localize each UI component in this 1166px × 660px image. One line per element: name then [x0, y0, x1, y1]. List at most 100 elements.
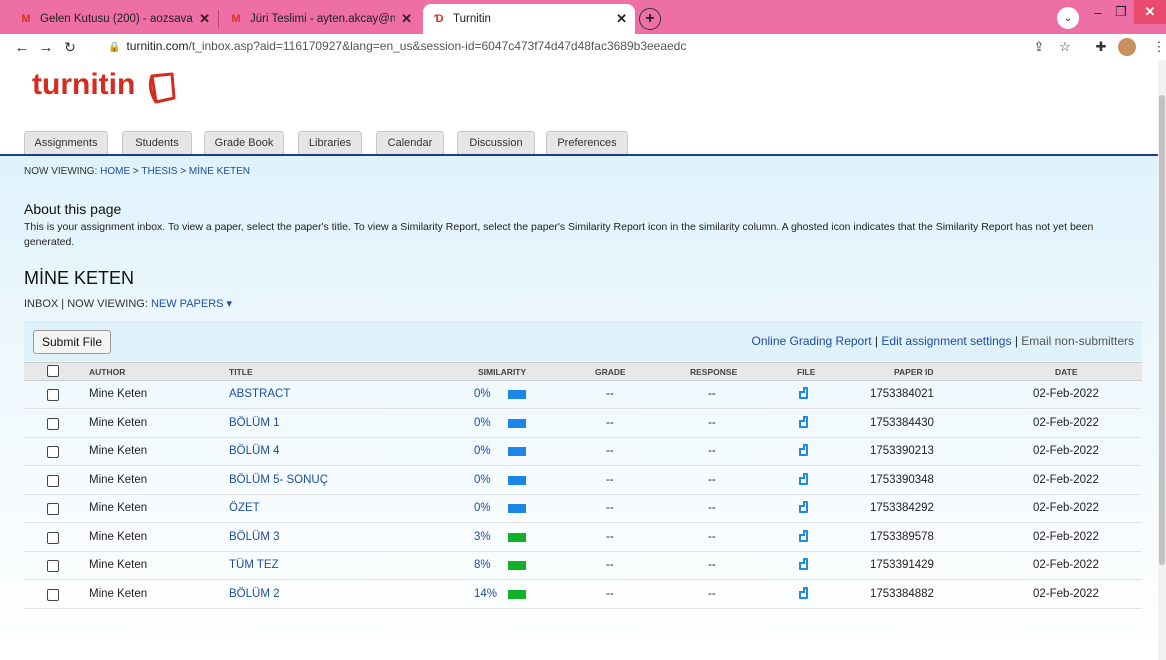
forward-arrow-icon[interactable]: → — [36, 37, 56, 57]
paper-title-link[interactable]: BÖLÜM 3 — [229, 531, 280, 543]
row-checkbox[interactable] — [47, 389, 59, 401]
page-scrollbar[interactable] — [1158, 60, 1166, 660]
minimize-button[interactable]: – — [1087, 0, 1109, 24]
author-cell: Mine Keten — [89, 416, 148, 429]
close-icon[interactable]: ✕ — [199, 11, 210, 27]
grade-cell: -- — [606, 473, 614, 486]
tab-calendar[interactable]: Calendar — [376, 131, 444, 154]
row-checkbox[interactable] — [47, 474, 59, 487]
row-checkbox[interactable] — [47, 503, 59, 515]
share-icon[interactable]: ⇪ — [1030, 38, 1048, 56]
similarity-report-icon[interactable] — [508, 475, 526, 485]
similarity-report-icon[interactable] — [508, 589, 526, 599]
similarity-report-icon[interactable] — [508, 561, 526, 570]
file-download-icon[interactable] — [799, 586, 808, 599]
paper-title-link[interactable]: BÖLÜM 1 — [229, 417, 280, 429]
similarity-report-icon[interactable] — [508, 532, 526, 542]
similarity-score[interactable]: 3% — [474, 531, 491, 543]
similarity-score[interactable]: 0% — [474, 417, 491, 429]
col-author[interactable]: AUTHOR — [89, 367, 125, 377]
file-download-icon[interactable] — [799, 387, 808, 399]
similarity-report-icon[interactable] — [508, 447, 526, 456]
breadcrumb-thesis[interactable]: THESIS — [141, 166, 177, 177]
new-tab-button[interactable]: + — [639, 8, 661, 30]
close-window-button[interactable]: ✕ — [1134, 0, 1166, 24]
file-download-icon[interactable] — [799, 558, 808, 570]
row-checkbox[interactable] — [47, 560, 59, 572]
tab-title: Jüri Teslimi - ayten.akcay@neu.e — [250, 13, 396, 25]
col-date[interactable]: DATE — [1055, 367, 1078, 377]
email-non-submitters-link[interactable]: Email non-submitters — [1021, 334, 1134, 348]
select-all-checkbox[interactable] — [47, 365, 59, 377]
table-row: Mine Keten BÖLÜM 1 0% -- -- 1753384430 02-Feb-… — [24, 409, 1142, 438]
paper-title-link[interactable]: ÖZET — [229, 502, 260, 514]
close-icon[interactable]: ✕ — [616, 11, 627, 27]
tab-title: Gelen Kutusu (200) - aozsavasak — [40, 13, 193, 25]
file-download-icon[interactable] — [799, 529, 808, 542]
col-title[interactable]: TITLE — [229, 367, 253, 377]
new-papers-dropdown[interactable]: NEW PAPERS ▾ — [151, 298, 232, 310]
extensions-icon[interactable]: ✚ — [1092, 38, 1110, 56]
tab-grade-book[interactable]: Grade Book — [204, 131, 284, 154]
reload-icon[interactable]: ↻ — [60, 37, 80, 57]
file-download-icon[interactable] — [799, 415, 808, 428]
breadcrumb-current[interactable]: MİNE KETEN — [189, 166, 250, 177]
profile-avatar[interactable] — [1118, 38, 1136, 56]
grade-cell: -- — [606, 502, 614, 514]
paper-title-link[interactable]: ABSTRACT — [229, 388, 290, 400]
similarity-score[interactable]: 0% — [474, 388, 491, 400]
col-paper-id[interactable]: PAPER ID — [894, 367, 934, 377]
tab-students[interactable]: Students — [122, 131, 192, 154]
paper-title-link[interactable]: TÜM TEZ — [229, 559, 279, 571]
paper-title-link[interactable]: BÖLÜM 5- SONUÇ — [229, 474, 328, 486]
close-icon[interactable]: ✕ — [401, 11, 412, 27]
similarity-report-icon[interactable] — [508, 504, 526, 513]
url-field[interactable]: 🔒 turnitin.com/t_inbox.asp?aid=116170927&… — [108, 39, 686, 53]
browser-menu-icon[interactable]: ⋮ — [1150, 38, 1166, 56]
paper-title-link[interactable]: BÖLÜM 2 — [229, 588, 280, 600]
edit-assignment-settings-link[interactable]: Edit assignment settings — [881, 334, 1011, 348]
maximize-button[interactable]: ❐ — [1110, 0, 1132, 24]
url-path: /t_inbox.asp?aid=116170927&lang=en_us&se… — [188, 39, 687, 53]
browser-tab-gmail-inbox[interactable]: M Gelen Kutusu (200) - aozsavasak ✕ — [10, 4, 218, 34]
similarity-score[interactable]: 0% — [474, 474, 491, 486]
submit-file-button[interactable]: Submit File — [33, 330, 112, 354]
file-download-icon[interactable] — [799, 444, 808, 456]
breadcrumb-home[interactable]: HOME — [100, 166, 130, 177]
similarity-score[interactable]: 0% — [474, 445, 491, 457]
row-checkbox[interactable] — [47, 531, 59, 544]
file-download-icon[interactable] — [799, 472, 808, 485]
online-grading-report-link[interactable]: Online Grading Report — [752, 334, 872, 348]
row-checkbox[interactable] — [47, 588, 59, 601]
browser-tab-juri-teslimi[interactable]: M Jüri Teslimi - ayten.akcay@neu.e ✕ — [220, 4, 420, 34]
file-download-icon[interactable] — [799, 501, 808, 513]
browser-tab-turnitin[interactable]: Ɗ Turnitin ✕ — [423, 4, 635, 34]
response-cell: -- — [708, 445, 716, 457]
tab-search-button[interactable]: ⌄ — [1057, 7, 1079, 29]
scrollbar-thumb[interactable] — [1159, 95, 1165, 565]
similarity-score[interactable]: 0% — [474, 502, 491, 514]
similarity-score[interactable]: 14% — [474, 588, 497, 600]
tab-preferences[interactable]: Preferences — [546, 131, 628, 154]
grade-cell: -- — [606, 530, 614, 543]
page-title: MİNE KETEN — [24, 268, 135, 288]
similarity-report-icon[interactable] — [508, 390, 526, 399]
row-checkbox[interactable] — [47, 446, 59, 458]
paper-id-cell: 1753391429 — [870, 559, 934, 571]
similarity-score[interactable]: 8% — [474, 559, 491, 571]
turnitin-logo: turnitin — [32, 68, 136, 101]
tab-assignments[interactable]: Assignments — [24, 131, 108, 154]
tab-libraries[interactable]: Libraries — [298, 131, 362, 154]
row-checkbox[interactable] — [47, 417, 59, 430]
address-toolbar: ← → ↻ 🔒 turnitin.com/t_inbox.asp?aid=1161… — [0, 34, 1166, 61]
back-arrow-icon[interactable]: ← — [12, 37, 32, 57]
tab-discussion[interactable]: Discussion — [457, 131, 535, 154]
response-cell: -- — [708, 473, 716, 486]
col-response[interactable]: RESPONSE — [690, 367, 737, 377]
paper-title-link[interactable]: BÖLÜM 4 — [229, 445, 280, 457]
bookmark-star-icon[interactable]: ☆ — [1056, 38, 1074, 56]
paper-id-cell: 1753389578 — [870, 530, 934, 543]
col-grade[interactable]: GRADE — [595, 367, 626, 377]
similarity-report-icon[interactable] — [508, 418, 526, 428]
col-similarity[interactable]: SIMILARITY — [478, 367, 526, 377]
